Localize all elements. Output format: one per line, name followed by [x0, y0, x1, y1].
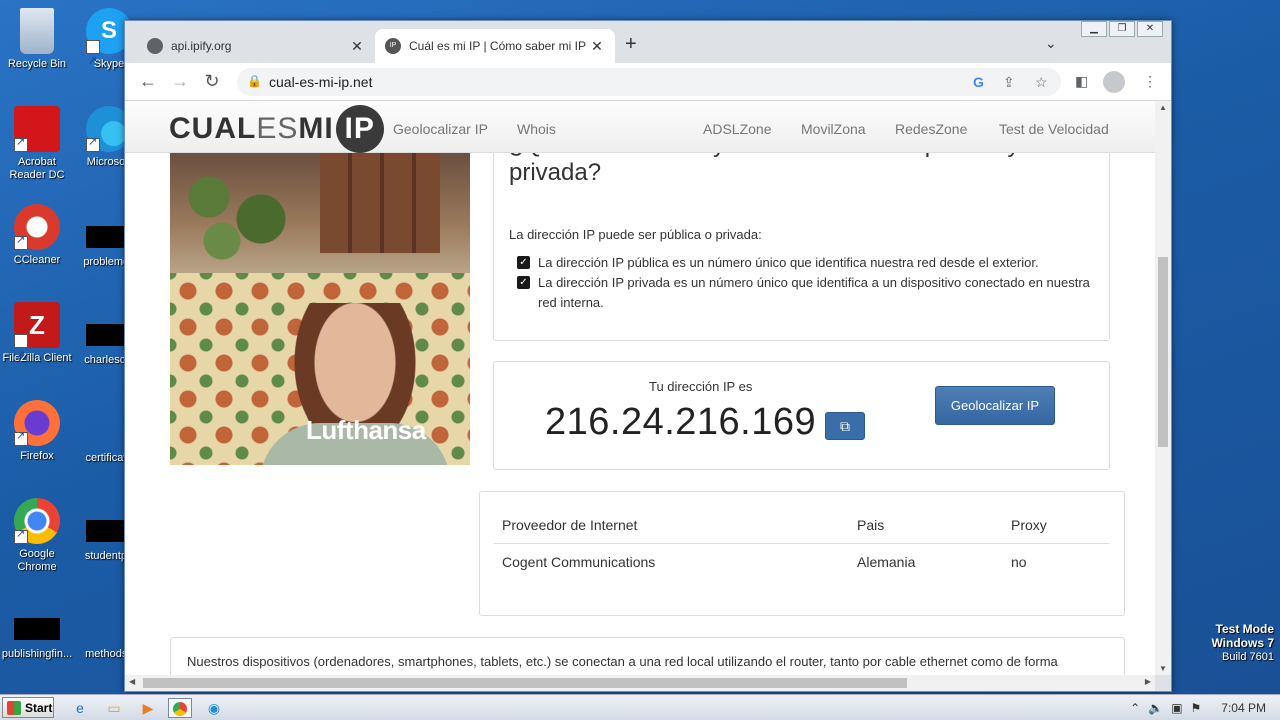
side-panel-icon[interactable]: ◧ — [1075, 73, 1088, 90]
horizontal-scroll-thumb[interactable] — [143, 678, 907, 688]
nav-whois[interactable]: Whois — [517, 121, 556, 137]
scroll-up-icon[interactable]: ▲ — [1155, 103, 1171, 112]
site-favicon-icon: IP — [385, 38, 401, 54]
new-tab-icon[interactable]: + — [625, 33, 637, 56]
close-window-icon[interactable]: ✕ — [1137, 21, 1163, 37]
table-cell-provider: Cogent Communications — [502, 554, 656, 570]
copy-ip-button[interactable]: ⧉ — [825, 412, 865, 440]
address-bar[interactable]: 🔒 cual-es-mi-ip.net G ⇪ ☆ — [237, 68, 1061, 96]
volume-icon[interactable]: 🔈 — [1148, 701, 1163, 715]
forward-arrow-icon[interactable]: → — [169, 71, 191, 92]
window-controls: ▁ ❐ ✕ — [1081, 21, 1163, 37]
scroll-right-icon[interactable]: ▶ — [1145, 677, 1151, 686]
table-divider — [494, 543, 1109, 544]
info-paragraph: Nuestros dispositivos (ordenadores, smar… — [187, 654, 1058, 669]
table-cell-proxy: no — [1011, 554, 1027, 570]
clock[interactable]: 7:04 PM — [1221, 701, 1266, 715]
desktop-icon-recycle-bin[interactable]: Recycle Bin — [0, 8, 74, 71]
ccleaner-icon — [14, 204, 60, 250]
share-icon[interactable]: ⇪ — [1003, 74, 1015, 91]
intro-text: La dirección IP puede ser pública o priv… — [509, 227, 762, 242]
reload-icon[interactable]: ↻ — [201, 71, 223, 92]
check-item-public: ✓ La dirección IP pública es un número ú… — [517, 253, 1107, 273]
back-arrow-icon[interactable]: ← — [137, 71, 159, 92]
checkbox-checked-icon[interactable]: ✓ — [517, 256, 530, 269]
action-center-flag-icon[interactable]: ⚑ — [1191, 701, 1202, 715]
desktop-icon-chrome[interactable]: Google Chrome — [0, 498, 74, 574]
site-header: CUAL ES MI IP Geolocalizar IP Whois ADSLZon… — [125, 101, 1155, 153]
check-item-private: ✓ La dirección IP privada es un número ú… — [517, 273, 1107, 313]
globe-icon — [147, 38, 163, 54]
tab-cual-es-mi-ip[interactable]: IP Cuál es mi IP | Cómo saber mi IP púb … — [375, 29, 615, 63]
ip-address-value[interactable]: 216.24.216.169 — [545, 401, 816, 444]
copy-icon: ⧉ — [840, 418, 850, 434]
browser-toolbar: ← → ↻ 🔒 cual-es-mi-ip.net G ⇪ ☆ ◧ ⋮ — [125, 63, 1171, 101]
google-translate-icon[interactable]: G — [973, 74, 984, 90]
question-title: ¿Que diferencia hay entre dirección IP p… — [509, 145, 1020, 186]
taskbar-media-player-icon[interactable]: ▶ — [136, 698, 160, 718]
acrobat-icon — [14, 106, 60, 152]
desktop-icon-filezilla[interactable]: Z FileZilla Client — [0, 302, 74, 378]
profile-avatar-icon[interactable] — [1103, 71, 1125, 93]
recycle-bin-icon — [20, 8, 54, 54]
chrome-icon — [14, 498, 60, 544]
tab-search-chevron-icon[interactable]: ⌄ — [1045, 35, 1057, 52]
tab-api-ipify[interactable]: api.ipify.org ✕ — [137, 29, 375, 63]
url-text[interactable]: cual-es-mi-ip.net — [269, 74, 372, 90]
page-viewport: CUAL ES MI IP Geolocalizar IP Whois ADSLZon… — [125, 101, 1155, 675]
nav-adslzone[interactable]: ADSLZone — [703, 121, 771, 137]
table-header-provider: Proveedor de Internet — [502, 517, 638, 533]
taskbar-explorer-icon[interactable]: ▭ — [102, 698, 126, 718]
start-button[interactable]: Start — [2, 697, 54, 718]
table-header-proxy: Proxy — [1011, 517, 1047, 533]
desktop-icon-ccleaner[interactable]: CCleaner — [0, 204, 74, 267]
checkbox-checked-icon[interactable]: ✓ — [517, 276, 530, 289]
vertical-scrollbar[interactable]: ▲ ▼ — [1155, 101, 1171, 675]
taskbar-edge-icon[interactable]: ◉ — [202, 698, 226, 718]
ad-brand-text: Lufthansa — [306, 415, 426, 445]
desktop-icon-firefox[interactable]: Firefox — [0, 400, 74, 463]
nav-test-velocidad[interactable]: Test de Velocidad — [999, 121, 1109, 137]
desktop-icon-acrobat[interactable]: Acrobat Reader DC — [0, 106, 74, 182]
tab-title: api.ipify.org — [171, 39, 232, 53]
taskbar-ie-icon[interactable]: e — [68, 698, 92, 718]
table-cell-country: Alemania — [857, 554, 916, 570]
horizontal-scrollbar[interactable]: ◀ ▶ — [125, 675, 1155, 691]
nav-movilzona[interactable]: MovilZona — [801, 121, 866, 137]
tray-expand-icon[interactable]: ⌃ — [1130, 701, 1140, 715]
restore-icon[interactable]: ❐ — [1109, 21, 1135, 37]
taskbar-chrome-icon[interactable] — [168, 698, 192, 718]
browser-window: api.ipify.org ✕ IP Cuál es mi IP | Cómo … — [124, 20, 1172, 692]
ip-label: Tu dirección IP es — [649, 379, 753, 394]
geolocalizar-ip-button[interactable]: Geolocalizar IP — [935, 386, 1055, 425]
lufthansa-ad[interactable]: Lufthansa — [170, 153, 470, 465]
desktop-icon-publishing[interactable]: publishingfin... — [0, 606, 74, 661]
filezilla-icon: Z — [14, 302, 60, 378]
scroll-down-icon[interactable]: ▼ — [1155, 664, 1171, 673]
firefox-icon — [14, 400, 60, 446]
tab-close-icon[interactable]: ✕ — [589, 38, 605, 55]
logo-ip-badge: IP — [335, 105, 384, 153]
lock-icon[interactable]: 🔒 — [247, 74, 262, 88]
nav-geolocalizar-ip[interactable]: Geolocalizar IP — [393, 121, 488, 137]
windows-flag-icon — [7, 700, 21, 715]
site-logo[interactable]: CUAL ES MI IP — [169, 105, 384, 153]
vertical-scroll-thumb[interactable] — [1158, 257, 1168, 447]
nav-redeszone[interactable]: RedesZone — [895, 121, 967, 137]
bookmark-star-icon[interactable]: ☆ — [1035, 74, 1048, 91]
tab-close-icon[interactable]: ✕ — [349, 38, 365, 55]
taskbar: Start e ▭ ▶ ◉ ⌃ 🔈 ▣ ⚑ 7:04 PM — [0, 694, 1280, 720]
table-header-country: Pais — [857, 517, 885, 533]
minimize-icon[interactable]: ▁ — [1081, 21, 1107, 37]
system-tray: ⌃ 🔈 ▣ ⚑ 7:04 PM — [1130, 695, 1280, 720]
scroll-left-icon[interactable]: ◀ — [129, 677, 135, 686]
tab-title: Cuál es mi IP | Cómo saber mi IP púb — [409, 39, 589, 53]
test-mode-watermark: Test Mode Windows 7 Build 7601 — [1211, 622, 1274, 663]
tab-strip: api.ipify.org ✕ IP Cuál es mi IP | Cómo … — [125, 21, 1171, 63]
menu-kebab-icon[interactable]: ⋮ — [1143, 73, 1157, 90]
file-icon — [14, 618, 60, 640]
network-icon[interactable]: ▣ — [1171, 701, 1182, 715]
